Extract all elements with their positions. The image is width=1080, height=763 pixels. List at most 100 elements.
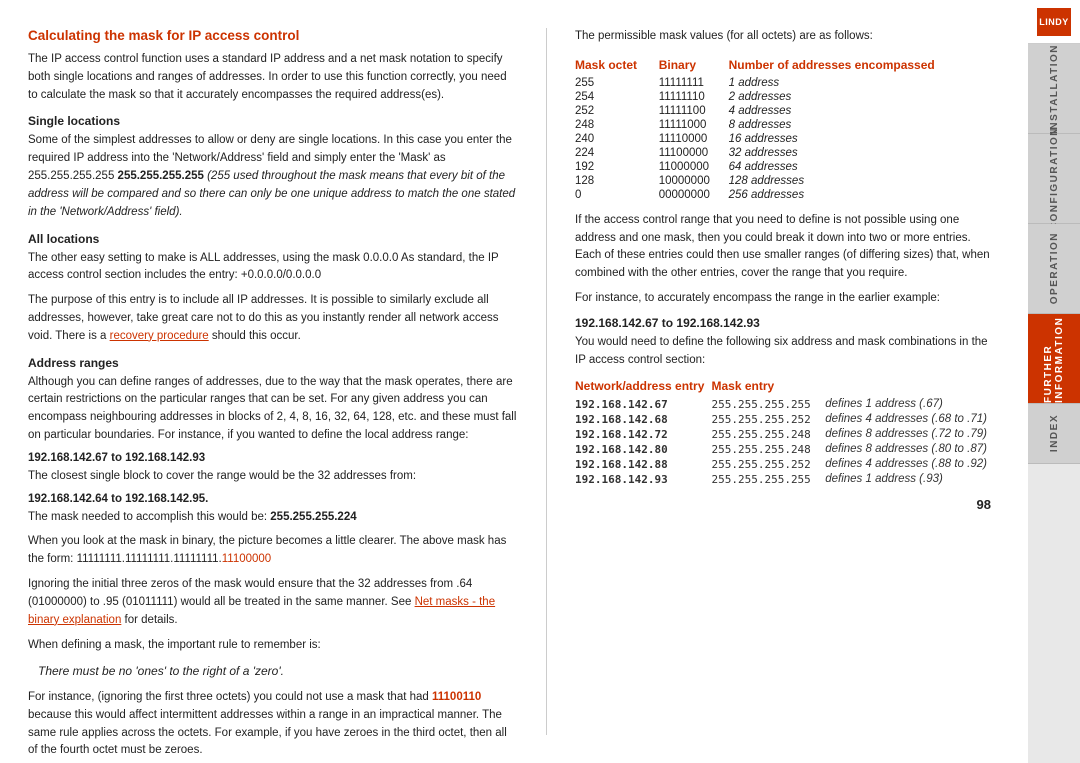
sidebar: LINDY INSTALLATION CONFIGURATION OPERATI… [1028,0,1080,763]
mask-table-row: 2241110000032 addresses [575,146,995,160]
mask-value: 255.255.255.224 [270,511,356,523]
network-table-row: 192.168.142.80255.255.255.248defines 8 a… [575,442,995,457]
addresses-cell: 2 addresses [729,90,995,104]
mask-entry-cell: 255.255.255.252 [711,457,817,472]
mask-table-row: 2401111000016 addresses [575,132,995,146]
explanation1: If the access control range that you nee… [575,212,995,283]
sidebar-tab-further-information[interactable]: FURTHER INFORMATION [1028,314,1080,404]
mask-octet-cell: 240 [575,132,659,146]
addresses-cell: 128 addresses [729,174,995,188]
mask-entry-cell: 255.255.255.252 [711,412,817,427]
network-table: Network/address entry Mask entry 192.168… [575,377,995,487]
addresses-cell: 16 addresses [729,132,995,146]
addresses-cell: 64 addresses [729,160,995,174]
network-cell: 192.168.142.88 [575,457,711,472]
network-table-header-note [817,377,995,397]
addresses-cell: 4 addresses [729,104,995,118]
address-ranges-text3: The mask needed to accomplish this would… [28,509,518,527]
mask-rule: There must be no 'ones' to the right of … [28,662,518,681]
mask-table-header-octet: Mask octet [575,56,659,76]
note-cell: defines 4 addresses (.88 to .92) [817,457,995,472]
sidebar-tab-installation[interactable]: INSTALLATION [1028,44,1080,134]
addresses-cell: 8 addresses [729,118,995,132]
network-cell: 192.168.142.67 [575,397,711,412]
mask-octet-cell: 192 [575,160,659,174]
mask-octet-cell: 252 [575,104,659,118]
intro-paragraph: The IP access control function uses a st… [28,51,518,104]
sidebar-tab-operation-label: OPERATION [1049,232,1060,304]
column-divider [546,28,547,735]
all-locations-heading: All locations [28,232,518,246]
sidebar-tab-index-label: INDEX [1049,414,1060,452]
right-column: The permissible mask values (for all oct… [575,28,995,735]
mask-octet-cell: 128 [575,174,659,188]
mask-table-row: 1921100000064 addresses [575,160,995,174]
binary-form-text: When you look at the mask in binary, the… [28,533,518,569]
sidebar-tab-index[interactable]: INDEX [1028,404,1080,464]
network-cell: 192.168.142.93 [575,472,711,487]
mask-table: Mask octet Binary Number of addresses en… [575,56,995,202]
explanation3: You would need to define the following s… [575,334,995,370]
all-locations-text2: The purpose of this entry is to include … [28,292,518,345]
binary-cell: 11111000 [659,118,729,132]
mask-entry-cell: 255.255.255.255 [711,472,817,487]
addresses-cell: 1 address [729,76,995,90]
range-example: 192.168.142.67 to 192.168.142.93 [575,316,995,330]
sidebar-tab-further-information-label: FURTHER INFORMATION [1043,314,1065,403]
sidebar-tab-configuration[interactable]: CONFIGURATION [1028,134,1080,224]
binary-cell: 00000000 [659,188,729,202]
mask-octet-cell: 254 [575,90,659,104]
binary-cell: 11111111 [659,76,729,90]
binary-cell: 10000000 [659,174,729,188]
mask-rule-intro: When defining a mask, the important rule… [28,637,518,655]
mask-table-row: 000000000256 addresses [575,188,995,202]
binary-cell: 11110000 [659,132,729,146]
lindy-logo-text: LINDY [1037,8,1071,36]
network-table-header-network: Network/address entry [575,377,711,397]
network-table-row: 192.168.142.72255.255.255.248defines 8 a… [575,427,995,442]
binary-cell: 11000000 [659,160,729,174]
bad-binary-text: For instance, (ignoring the first three … [28,689,518,760]
explanation2: For instance, to accurately encompass th… [575,290,995,308]
ignoring-zeros-text: Ignoring the initial three zeros of the … [28,576,518,629]
mask-table-row: 255111111111 address [575,76,995,90]
main-content: Calculating the mask for IP access contr… [0,0,1028,763]
page-title: Calculating the mask for IP access contr… [28,28,518,43]
recovery-procedure-link[interactable]: recovery procedure [110,330,209,342]
addresses-cell: 32 addresses [729,146,995,160]
mask-octet-cell: 0 [575,188,659,202]
sidebar-tabs: INSTALLATION CONFIGURATION OPERATION FUR… [1028,44,1080,763]
note-cell: defines 8 addresses (.72 to .79) [817,427,995,442]
range1-bold: 192.168.142.67 to 192.168.142.93 [28,452,518,464]
page-number: 98 [575,497,995,512]
note-cell: defines 1 address (.67) [817,397,995,412]
note-cell: defines 4 addresses (.68 to .71) [817,412,995,427]
mask-table-row: 254111111102 addresses [575,90,995,104]
note-cell: defines 8 addresses (.80 to .87) [817,442,995,457]
mask-table-row: 248111110008 addresses [575,118,995,132]
bad-binary-value: 11100110 [432,691,481,703]
binary-cell: 11111100 [659,104,729,118]
mask-entry-cell: 255.255.255.248 [711,427,817,442]
mask-entry-cell: 255.255.255.248 [711,442,817,457]
mask-table-row: 12810000000128 addresses [575,174,995,188]
network-table-header-mask: Mask entry [711,377,817,397]
sidebar-tab-configuration-label: CONFIGURATION [1049,127,1060,230]
left-column: Calculating the mask for IP access contr… [28,28,518,735]
permissible-intro: The permissible mask values (for all oct… [575,28,995,46]
address-ranges-heading: Address ranges [28,356,518,370]
note-cell: defines 1 address (.93) [817,472,995,487]
addresses-cell: 256 addresses [729,188,995,202]
address-ranges-text2: The closest single block to cover the ra… [28,468,518,486]
all-locations-text: The other easy setting to make is ALL ad… [28,250,518,286]
mask-entry-cell: 255.255.255.255 [711,397,817,412]
network-cell: 192.168.142.80 [575,442,711,457]
network-table-row: 192.168.142.68255.255.255.252defines 4 a… [575,412,995,427]
network-table-row: 192.168.142.93255.255.255.255defines 1 a… [575,472,995,487]
single-locations-bold: 255.255.255.255 [118,170,204,182]
binary-cell: 11100000 [659,146,729,160]
network-table-row: 192.168.142.88255.255.255.252defines 4 a… [575,457,995,472]
sidebar-tab-operation[interactable]: OPERATION [1028,224,1080,314]
sidebar-logo: LINDY [1028,0,1080,44]
mask-octet-cell: 224 [575,146,659,160]
